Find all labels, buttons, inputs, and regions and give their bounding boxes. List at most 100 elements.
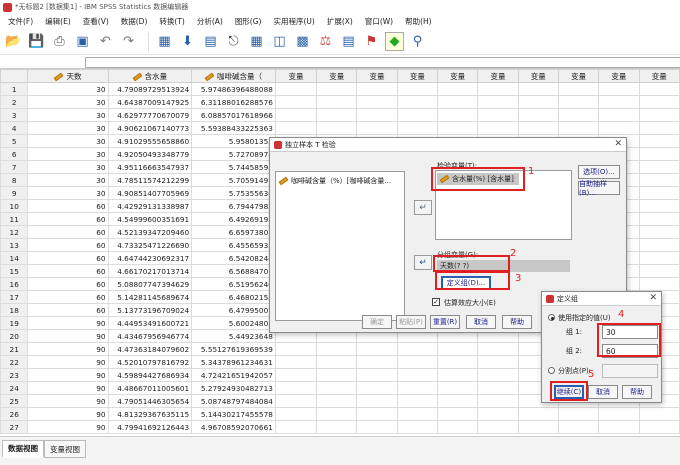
row-number[interactable]: 2	[0, 95, 29, 109]
row-number[interactable]: 27	[0, 420, 29, 434]
empty-cell[interactable]	[598, 407, 640, 421]
cancel-button[interactable]: 取消	[466, 315, 496, 329]
empty-cell[interactable]	[517, 420, 559, 434]
variables-icon[interactable]: ▤	[201, 32, 220, 51]
data-cell[interactable]: 5.14430217455578	[191, 407, 276, 421]
empty-cell[interactable]	[638, 277, 680, 291]
empty-cell[interactable]	[356, 381, 398, 395]
row-number[interactable]: 17	[0, 290, 29, 304]
data-cell[interactable]: 60	[27, 264, 109, 278]
weight-cases-icon[interactable]: ⚖	[316, 32, 335, 51]
search-icon[interactable]: ⚲	[408, 32, 427, 51]
tab-variable-view[interactable]: 变量视图	[44, 440, 86, 458]
effect-size-checkbox[interactable]: ✓	[432, 298, 440, 306]
empty-cell[interactable]	[477, 108, 519, 122]
empty-cell[interactable]	[477, 381, 519, 395]
help-button[interactable]: 帮助	[502, 315, 532, 329]
column-header[interactable]: 变量	[356, 69, 398, 83]
empty-cell[interactable]	[477, 394, 519, 408]
data-cell[interactable]: 30	[27, 160, 109, 174]
column-header[interactable]: 含水量	[107, 69, 193, 83]
data-cell[interactable]: 5.75355636	[191, 186, 276, 200]
find-icon[interactable]: ⎋	[224, 32, 243, 51]
empty-cell[interactable]	[356, 420, 398, 434]
empty-cell[interactable]	[477, 121, 519, 135]
data-cell[interactable]: 60	[27, 251, 109, 265]
empty-cell[interactable]	[396, 121, 438, 135]
data-cell[interactable]: 4.66170217013714	[107, 264, 193, 278]
empty-cell[interactable]	[396, 420, 438, 434]
undo-icon[interactable]: ↶	[96, 32, 115, 51]
empty-cell[interactable]	[356, 394, 398, 408]
column-header[interactable]: 变量	[274, 69, 318, 83]
empty-cell[interactable]	[396, 342, 438, 356]
data-cell[interactable]: 30	[27, 108, 109, 122]
data-cell[interactable]: 4.64744230692317	[107, 251, 193, 265]
menu-utilities[interactable]: 实用程序(U)	[267, 16, 320, 27]
row-number[interactable]: 26	[0, 407, 29, 421]
empty-cell[interactable]	[598, 95, 640, 109]
data-cell[interactable]: 6.51956240	[191, 277, 276, 291]
empty-cell[interactable]	[557, 420, 600, 434]
empty-cell[interactable]	[316, 95, 358, 109]
data-cell[interactable]: 90	[27, 316, 109, 330]
empty-cell[interactable]	[517, 108, 559, 122]
empty-cell[interactable]	[356, 407, 398, 421]
data-cell[interactable]: 30	[27, 147, 109, 161]
menu-analyze[interactable]: 分析(A)	[191, 16, 229, 27]
empty-cell[interactable]	[396, 108, 438, 122]
empty-cell[interactable]	[598, 108, 640, 122]
data-cell[interactable]: 4.90851407705969	[107, 186, 193, 200]
insert-cases-icon[interactable]: ▦	[247, 32, 266, 51]
empty-cell[interactable]	[356, 121, 398, 135]
data-cell[interactable]: 5.13773196709024	[107, 303, 193, 317]
column-header[interactable]: 变量	[557, 69, 600, 83]
row-number[interactable]: 22	[0, 355, 29, 369]
empty-cell[interactable]	[316, 342, 358, 356]
empty-cell[interactable]	[436, 394, 479, 408]
menu-graphs[interactable]: 图形(G)	[229, 16, 268, 27]
data-cell[interactable]: 90	[27, 342, 109, 356]
empty-cell[interactable]	[557, 95, 600, 109]
row-number[interactable]: 8	[0, 173, 29, 187]
empty-cell[interactable]	[638, 160, 680, 174]
data-cell[interactable]: 60	[27, 238, 109, 252]
data-cell[interactable]: 4.81329367635115	[107, 407, 193, 421]
menu-edit[interactable]: 编辑(E)	[39, 16, 77, 27]
empty-cell[interactable]	[396, 381, 438, 395]
data-cell[interactable]: 6.31188016288576	[191, 95, 276, 109]
data-cell[interactable]: 5.34378961234631	[191, 355, 276, 369]
empty-cell[interactable]	[477, 82, 519, 96]
menu-window[interactable]: 窗口(W)	[359, 16, 399, 27]
empty-cell[interactable]	[274, 420, 318, 434]
data-cell[interactable]: 6.79447982	[191, 199, 276, 213]
empty-cell[interactable]	[557, 82, 600, 96]
empty-cell[interactable]	[638, 121, 680, 135]
data-cell[interactable]: 4.72421651942057	[191, 368, 276, 382]
menu-transform[interactable]: 转换(T)	[153, 16, 190, 27]
data-cell[interactable]: 6.49269192	[191, 212, 276, 226]
use-specified-radio[interactable]	[548, 314, 555, 321]
data-cell[interactable]: 4.73325471226690	[107, 238, 193, 252]
data-cell[interactable]: 5.14281145689674	[107, 290, 193, 304]
row-number[interactable]: 20	[0, 329, 29, 343]
data-cell[interactable]: 60	[27, 225, 109, 239]
data-cell[interactable]: 4.44953491600721	[107, 316, 193, 330]
data-cell[interactable]: 5.95801352	[191, 134, 276, 148]
data-cell[interactable]: 5.55127619369539	[191, 342, 276, 356]
empty-cell[interactable]	[316, 355, 358, 369]
data-cell[interactable]: 4.47363184079602	[107, 342, 193, 356]
empty-cell[interactable]	[638, 95, 680, 109]
empty-cell[interactable]	[557, 407, 600, 421]
empty-cell[interactable]	[477, 407, 519, 421]
value-labels-icon[interactable]: ⚑	[362, 32, 381, 51]
column-header[interactable]: 变量	[436, 69, 479, 83]
select-cases-icon[interactable]: ▤	[339, 32, 358, 51]
empty-cell[interactable]	[598, 121, 640, 135]
data-cell[interactable]: 30	[27, 95, 109, 109]
row-number[interactable]: 6	[0, 147, 29, 161]
empty-cell[interactable]	[436, 355, 479, 369]
split-file-icon[interactable]: ▩	[293, 32, 312, 51]
empty-cell[interactable]	[274, 95, 318, 109]
empty-cell[interactable]	[316, 381, 358, 395]
